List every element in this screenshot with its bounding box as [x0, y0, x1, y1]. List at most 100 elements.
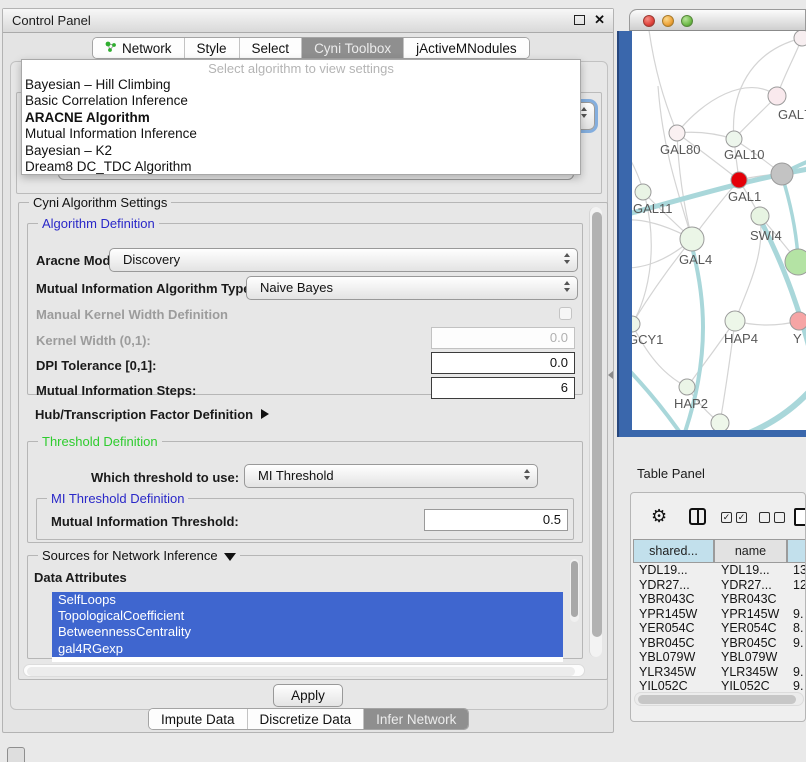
close-traffic-light-icon[interactable]: [643, 15, 655, 27]
node-partial-top[interactable]: [794, 31, 806, 46]
table-row[interactable]: YER054CYER054C8.: [633, 621, 806, 636]
gear-icon[interactable]: ⚙: [651, 507, 667, 525]
settings-horizontal-scrollbar[interactable]: [23, 664, 585, 677]
settings-vertical-scrollbar[interactable]: [589, 207, 602, 657]
column-header[interactable]: shared...: [633, 539, 714, 563]
close-icon[interactable]: ✕: [594, 12, 605, 28]
node-SWI4[interactable]: [751, 207, 769, 225]
attribute-item[interactable]: TopologicalCoefficient: [52, 608, 563, 624]
tab-infer-network[interactable]: Infer Network: [364, 709, 468, 729]
tab-cyni-toolbox[interactable]: Cyni Toolbox: [302, 38, 404, 58]
network-edge[interactable]: [648, 31, 677, 133]
attribute-item[interactable]: BetweennessCentrality: [52, 624, 563, 640]
split-view-icon[interactable]: [689, 508, 706, 525]
table-cell: 8.: [793, 621, 803, 636]
minimize-traffic-light-icon[interactable]: [662, 15, 674, 27]
apply-button[interactable]: Apply: [273, 684, 343, 707]
table-cell: 9.: [793, 665, 803, 680]
table-row[interactable]: YLR345WYLR345W9.: [633, 665, 806, 680]
network-window-titlebar[interactable]: [629, 9, 806, 31]
tab-style[interactable]: Style: [185, 38, 240, 58]
tab-label: Network: [122, 41, 172, 56]
function-builder-icon[interactable]: [794, 508, 806, 526]
column-header[interactable]: [787, 539, 806, 563]
control-panel-titlebar: Control Panel ✕: [3, 9, 613, 33]
node-pink[interactable]: [790, 312, 806, 330]
dpi-tolerance-field[interactable]: 0.0: [431, 352, 575, 374]
table-cell: YER054C: [721, 621, 777, 636]
node-green[interactable]: [785, 249, 806, 275]
settings-group-title: Cyni Algorithm Settings: [29, 195, 171, 210]
table-row[interactable]: YDR27...YDR27...12: [633, 578, 806, 593]
node-label: HAP4: [724, 331, 758, 346]
manual-kernel-width-checkbox[interactable]: [559, 307, 572, 320]
algorithm-option[interactable]: Bayesian – Hill Climbing: [22, 77, 580, 93]
aracne-mode-combobox[interactable]: Discovery: [109, 248, 578, 272]
tab-jactivemnodules[interactable]: jActiveMNodules: [404, 38, 529, 58]
attribute-item[interactable]: SelfLoops: [52, 592, 563, 608]
algorithm-option[interactable]: Dream8 DC_TDC Algorithm: [22, 159, 580, 175]
dpi-tolerance-label: DPI Tolerance [0,1]:: [36, 358, 156, 373]
table-cell: YLR345W: [639, 665, 696, 680]
data-attributes-list[interactable]: SelfLoopsTopologicalCoefficientBetweenne…: [52, 592, 563, 662]
node-HAP4[interactable]: [725, 311, 745, 331]
which-threshold-combobox[interactable]: MI Threshold: [244, 464, 538, 488]
select-all-icon[interactable]: ✓: [721, 512, 732, 523]
mi-threshold-field[interactable]: 0.5: [424, 509, 568, 531]
select-all-icon[interactable]: ✓: [736, 512, 747, 523]
node-GAL4[interactable]: [680, 227, 704, 251]
tab-select[interactable]: Select: [240, 38, 303, 58]
table-horizontal-scrollbar[interactable]: [634, 692, 804, 706]
bottom-tab-bar: Impute Data Discretize Data Infer Networ…: [148, 708, 469, 730]
kernel-width-field[interactable]: 0.0: [431, 327, 575, 349]
table-row[interactable]: YDL19...YDL19...13: [633, 563, 806, 578]
algorithm-option[interactable]: Basic Correlation Inference: [22, 93, 580, 109]
algorithm-definition-group: Algorithm Definition Aracne Mode: Discov…: [27, 223, 583, 395]
algorithm-option[interactable]: Bayesian – K2: [22, 143, 580, 159]
node-partial-bottom[interactable]: [711, 414, 729, 430]
table-cell: YPR145W: [721, 607, 779, 622]
table-cell: YBR045C: [639, 636, 695, 651]
tab-network[interactable]: Network: [93, 38, 185, 58]
cyni-toolbox-panel: gal-filtered.sif default node Cyni Algor…: [10, 61, 608, 710]
zoom-traffic-light-icon[interactable]: [681, 15, 693, 27]
sources-group-title[interactable]: Sources for Network Inference: [38, 548, 240, 563]
network-canvas[interactable]: GAL7GAL80GAL10GAL1GAL11SWI4GAL4GCY1HAP4Y…: [632, 31, 806, 430]
table-row[interactable]: YPR145WYPR145W9.: [633, 607, 806, 622]
mi-steps-field[interactable]: 6: [431, 377, 575, 399]
table-row[interactable]: YBR045CYBR045C9.: [633, 636, 806, 651]
algorithm-option[interactable]: ARACNE Algorithm: [22, 110, 580, 126]
node-gray[interactable]: [771, 163, 793, 185]
network-edge[interactable]: [762, 223, 806, 373]
table-row[interactable]: YBR043CYBR043C: [633, 592, 806, 607]
control-panel-title: Control Panel: [12, 13, 91, 28]
network-edge[interactable]: [677, 132, 734, 139]
column-header[interactable]: name: [714, 539, 787, 563]
node-label: SWI4: [750, 228, 782, 243]
table-row[interactable]: YBL079WYBL079W: [633, 650, 806, 665]
tab-impute-data[interactable]: Impute Data: [149, 709, 248, 729]
node-GCY1[interactable]: [632, 316, 640, 332]
deselect-all-icon[interactable]: [774, 512, 785, 523]
node-GAL80[interactable]: [669, 125, 685, 141]
mi-type-combobox[interactable]: Naive Bayes: [246, 276, 578, 300]
float-window-icon[interactable]: [574, 15, 585, 25]
node-label: GAL4: [679, 252, 712, 267]
minimized-panel-icon[interactable]: [7, 747, 25, 762]
tab-discretize-data[interactable]: Discretize Data: [248, 709, 365, 729]
table-cell: YDL19...: [639, 563, 688, 578]
node-GAL1[interactable]: [731, 172, 747, 188]
panel-splitter-handle[interactable]: [608, 371, 613, 379]
hub-definition-toggle[interactable]: Hub/Transcription Factor Definition: [35, 407, 269, 422]
attributes-scrollbar[interactable]: [570, 559, 579, 622]
deselect-all-icon[interactable]: [759, 512, 770, 523]
node-GAL11[interactable]: [635, 184, 651, 200]
table-cell: YBR043C: [639, 592, 695, 607]
node-HAP2[interactable]: [679, 379, 695, 395]
node-GAL7[interactable]: [768, 87, 786, 105]
algorithm-option[interactable]: Mutual Information Inference: [22, 126, 580, 142]
table-cell: YDR27...: [639, 578, 690, 593]
attribute-item[interactable]: gal4RGexp: [52, 641, 563, 657]
mi-threshold-label: Mutual Information Threshold:: [51, 514, 239, 529]
node-GAL10[interactable]: [726, 131, 742, 147]
